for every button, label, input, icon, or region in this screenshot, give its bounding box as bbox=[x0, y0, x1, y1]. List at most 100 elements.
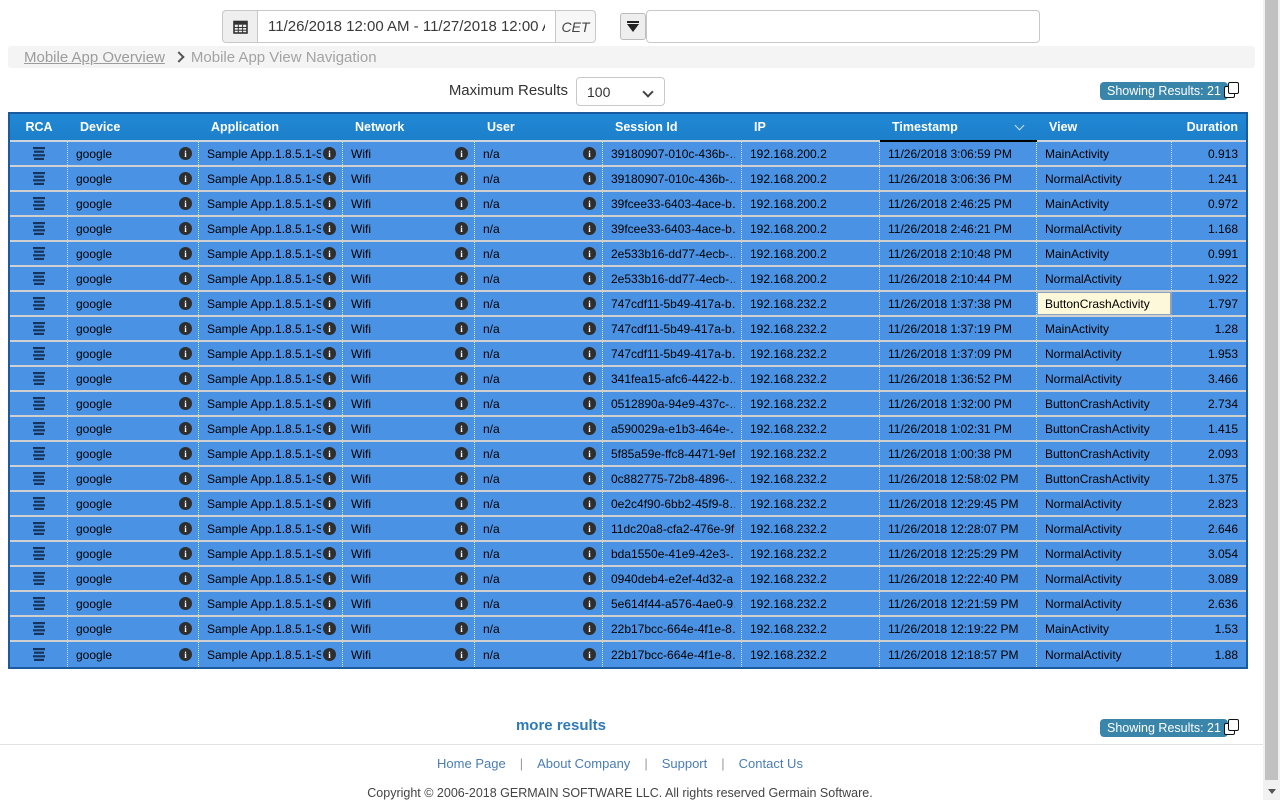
calendar-button[interactable] bbox=[222, 10, 258, 43]
col-header-rca[interactable]: RCA bbox=[10, 114, 68, 140]
info-icon[interactable]: i bbox=[583, 372, 596, 385]
info-icon[interactable]: i bbox=[179, 422, 192, 435]
info-icon[interactable]: i bbox=[179, 222, 192, 235]
table-row[interactable]: google i Sample App.1.8.5.1-SN i Wifi i … bbox=[10, 442, 1246, 467]
table-row[interactable]: google i Sample App.1.8.5.1-SN i Wifi i … bbox=[10, 367, 1246, 392]
info-icon[interactable]: i bbox=[455, 147, 468, 160]
col-header-user[interactable]: User bbox=[475, 114, 603, 140]
footer-link-about[interactable]: About Company bbox=[537, 756, 630, 771]
info-icon[interactable]: i bbox=[179, 172, 192, 185]
rca-details-icon[interactable] bbox=[31, 247, 47, 260]
col-header-duration[interactable]: Duration bbox=[1172, 114, 1246, 140]
info-icon[interactable]: i bbox=[323, 347, 336, 360]
view-cell[interactable]: ButtonCrashActivity bbox=[1037, 292, 1172, 315]
info-icon[interactable]: i bbox=[323, 572, 336, 585]
vertical-scrollbar[interactable] bbox=[1263, 0, 1280, 800]
info-icon[interactable]: i bbox=[583, 522, 596, 535]
info-icon[interactable]: i bbox=[323, 247, 336, 260]
info-icon[interactable]: i bbox=[323, 397, 336, 410]
rca-details-icon[interactable] bbox=[31, 572, 47, 585]
info-icon[interactable]: i bbox=[179, 322, 192, 335]
rca-details-icon[interactable] bbox=[31, 648, 47, 661]
rca-details-icon[interactable] bbox=[31, 447, 47, 460]
table-row[interactable]: google i Sample App.1.8.5.1-SN i Wifi i … bbox=[10, 542, 1246, 567]
info-icon[interactable]: i bbox=[179, 572, 192, 585]
info-icon[interactable]: i bbox=[323, 522, 336, 535]
info-icon[interactable]: i bbox=[583, 597, 596, 610]
more-results-link[interactable]: more results bbox=[0, 717, 1122, 734]
rca-details-icon[interactable] bbox=[31, 297, 47, 310]
info-icon[interactable]: i bbox=[583, 397, 596, 410]
col-header-timestamp[interactable]: Timestamp bbox=[880, 114, 1037, 140]
info-icon[interactable]: i bbox=[455, 197, 468, 210]
info-icon[interactable]: i bbox=[455, 648, 468, 661]
view-cell[interactable]: NormalActivity bbox=[1037, 167, 1172, 190]
col-header-view[interactable]: View bbox=[1037, 114, 1172, 140]
info-icon[interactable]: i bbox=[455, 247, 468, 260]
rca-details-icon[interactable] bbox=[31, 472, 47, 485]
rca-details-icon[interactable] bbox=[31, 547, 47, 560]
info-icon[interactable]: i bbox=[179, 547, 192, 560]
export-copy-icon[interactable] bbox=[1223, 82, 1240, 99]
rca-details-icon[interactable] bbox=[31, 497, 47, 510]
info-icon[interactable]: i bbox=[179, 447, 192, 460]
col-header-ip[interactable]: IP bbox=[742, 114, 880, 140]
max-results-select[interactable]: 100 bbox=[576, 77, 665, 106]
view-cell[interactable]: NormalActivity bbox=[1037, 217, 1172, 240]
rca-details-icon[interactable] bbox=[31, 197, 47, 210]
view-cell[interactable]: NormalActivity bbox=[1037, 642, 1172, 667]
info-icon[interactable]: i bbox=[179, 522, 192, 535]
info-icon[interactable]: i bbox=[583, 622, 596, 635]
table-row[interactable]: google i Sample App.1.8.5.1-SN i Wifi i … bbox=[10, 517, 1246, 542]
table-row[interactable]: google i Sample App.1.8.5.1-SN i Wifi i … bbox=[10, 592, 1246, 617]
rca-details-icon[interactable] bbox=[31, 372, 47, 385]
info-icon[interactable]: i bbox=[179, 247, 192, 260]
info-icon[interactable]: i bbox=[179, 622, 192, 635]
info-icon[interactable]: i bbox=[583, 347, 596, 360]
breadcrumb-link-overview[interactable]: Mobile App Overview bbox=[24, 49, 165, 66]
table-row[interactable]: google i Sample App.1.8.5.1-SN i Wifi i … bbox=[10, 292, 1246, 317]
info-icon[interactable]: i bbox=[323, 172, 336, 185]
info-icon[interactable]: i bbox=[455, 347, 468, 360]
view-cell[interactable]: ButtonCrashActivity bbox=[1037, 392, 1172, 415]
table-row[interactable]: google i Sample App.1.8.5.1-SN i Wifi i … bbox=[10, 242, 1246, 267]
info-icon[interactable]: i bbox=[583, 222, 596, 235]
info-icon[interactable]: i bbox=[455, 172, 468, 185]
info-icon[interactable]: i bbox=[583, 497, 596, 510]
rca-details-icon[interactable] bbox=[31, 622, 47, 635]
rca-details-icon[interactable] bbox=[31, 272, 47, 285]
table-row[interactable]: google i Sample App.1.8.5.1-SN i Wifi i … bbox=[10, 642, 1246, 667]
info-icon[interactable]: i bbox=[455, 297, 468, 310]
info-icon[interactable]: i bbox=[179, 597, 192, 610]
filter-button[interactable] bbox=[620, 13, 646, 40]
info-icon[interactable]: i bbox=[583, 322, 596, 335]
table-row[interactable]: google i Sample App.1.8.5.1-SN i Wifi i … bbox=[10, 467, 1246, 492]
table-row[interactable]: google i Sample App.1.8.5.1-SN i Wifi i … bbox=[10, 217, 1246, 242]
info-icon[interactable]: i bbox=[323, 297, 336, 310]
rca-details-icon[interactable] bbox=[31, 222, 47, 235]
info-icon[interactable]: i bbox=[583, 247, 596, 260]
col-header-network[interactable]: Network bbox=[343, 114, 475, 140]
info-icon[interactable]: i bbox=[455, 522, 468, 535]
info-icon[interactable]: i bbox=[323, 322, 336, 335]
footer-link-home[interactable]: Home Page bbox=[437, 756, 506, 771]
footer-link-contact[interactable]: Contact Us bbox=[739, 756, 803, 771]
info-icon[interactable]: i bbox=[455, 622, 468, 635]
col-header-device[interactable]: Device bbox=[68, 114, 199, 140]
info-icon[interactable]: i bbox=[179, 297, 192, 310]
table-row[interactable]: google i Sample App.1.8.5.1-SN i Wifi i … bbox=[10, 192, 1246, 217]
view-cell[interactable]: MainActivity bbox=[1037, 142, 1172, 165]
info-icon[interactable]: i bbox=[583, 572, 596, 585]
info-icon[interactable]: i bbox=[323, 547, 336, 560]
info-icon[interactable]: i bbox=[179, 648, 192, 661]
info-icon[interactable]: i bbox=[323, 622, 336, 635]
view-cell[interactable]: NormalActivity bbox=[1037, 517, 1172, 540]
rca-details-icon[interactable] bbox=[31, 147, 47, 160]
info-icon[interactable]: i bbox=[323, 497, 336, 510]
rca-details-icon[interactable] bbox=[31, 397, 47, 410]
view-cell[interactable]: MainActivity bbox=[1037, 317, 1172, 340]
info-icon[interactable]: i bbox=[455, 547, 468, 560]
col-header-application[interactable]: Application bbox=[199, 114, 343, 140]
export-copy-icon-bottom[interactable] bbox=[1223, 719, 1240, 736]
view-cell[interactable]: MainActivity bbox=[1037, 617, 1172, 640]
